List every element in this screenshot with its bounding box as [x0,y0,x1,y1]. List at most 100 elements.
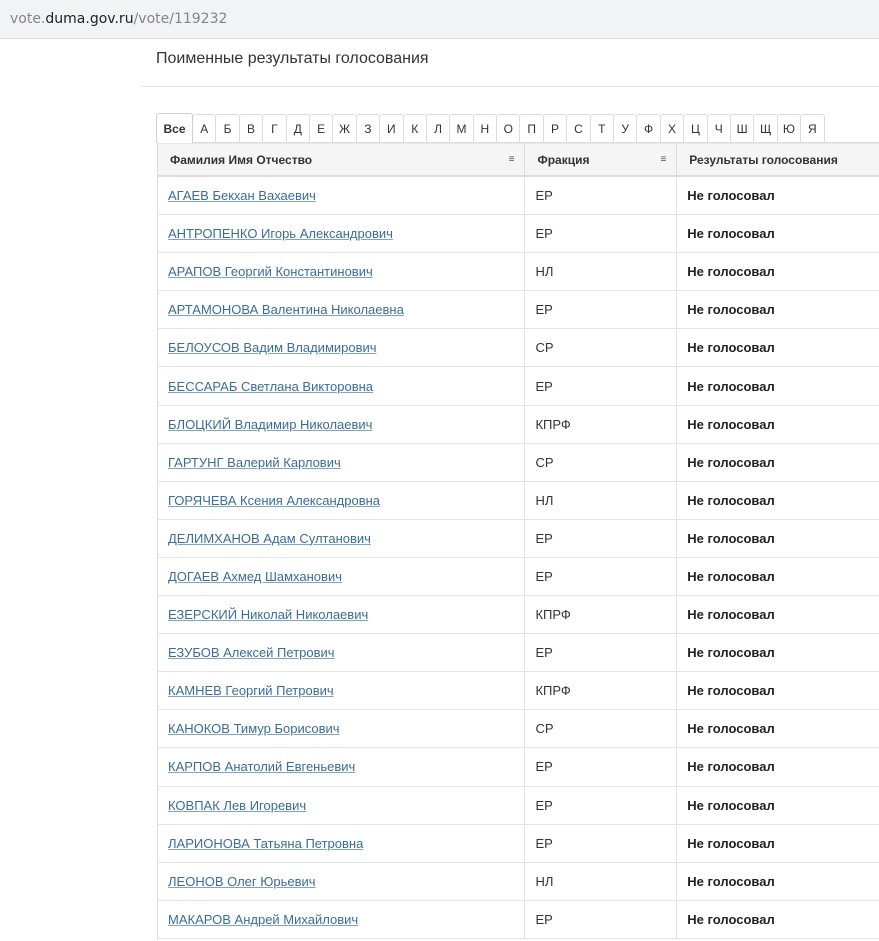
table-row: АРАПОВ Георгий Константинович НЛ Не голосо… [158,253,879,292]
letter-tab[interactable]: Д [285,114,310,142]
letter-tab[interactable]: У [613,114,638,142]
name-cell: МАКАРОВ Андрей Михайлович [158,900,526,938]
faction-cell: ЕР [525,824,678,862]
faction-cell: ЕР [525,557,678,596]
deputy-name-link[interactable]: БЕССАРАБ Светлана Викторовна [168,379,373,394]
letter-tab[interactable]: Щ [753,114,778,142]
letter-tab[interactable]: Ш [729,114,755,142]
column-header-name[interactable]: Фамилия Имя Отчество ≡ [158,144,526,175]
deputy-name-link[interactable]: ГОРЯЧЕВА Ксения Александровна [168,493,380,508]
table-row: ДЕЛИМХАНОВ Адам Султанович ЕР Не голосовал [158,519,879,558]
table-row: АГАЕВ Бекхан Вахаевич ЕР Не голосовал [158,177,879,216]
letter-tab[interactable]: Ц [683,114,708,142]
table-row: ДОГАЕВ Ахмед Шамханович ЕР Не голосовал [158,557,879,597]
letter-tab[interactable]: А [192,114,217,142]
deputy-name-link[interactable]: МАКАРОВ Андрей Михайлович [168,912,358,927]
letter-tab[interactable]: П [519,114,544,142]
table-row: ГАРТУНГ Валерий Карлович СР Не голосовал [158,443,879,482]
deputy-name-link[interactable]: ЕЗЕРСКИЙ Николай Николаевич [168,607,368,622]
column-header-result[interactable]: Результаты голосования [677,144,879,175]
letter-tab[interactable]: Ф [636,114,661,142]
result-cell: Не голосовал [687,911,775,927]
column-menu-icon[interactable]: ≡ [509,155,515,165]
name-cell: КАМНЕВ Георгий Петрович [158,672,526,710]
letter-tab[interactable]: С [566,114,591,142]
letter-tab[interactable]: Х [659,114,685,142]
table-header: Фамилия Имя Отчество ≡ Фракция ≡ Результ… [158,143,879,177]
deputy-name-link[interactable]: КАМНЕВ Георгий Петрович [168,683,334,698]
letter-tab[interactable]: К [402,114,427,142]
name-cell: ГОРЯЧЕВА Ксения Александровна [158,481,526,519]
letter-tab[interactable]: В [238,114,264,142]
table-row: КОВПАК Лев Игоревич ЕР Не голосовал [158,786,879,825]
name-cell: ЕЗЕРСКИЙ Николай Николаевич [158,596,526,634]
deputy-name-link[interactable]: БЛОЦКИЙ Владимир Николаевич [168,417,372,432]
deputy-name-link[interactable]: ДЕЛИМХАНОВ Адам Султанович [168,531,371,546]
letter-tab[interactable]: Ж [332,114,357,142]
letter-tab[interactable]: Т [589,114,615,142]
faction-cell: КПРФ [525,672,678,710]
letter-tab[interactable]: О [496,114,521,142]
result-cell: Не голосовал [687,492,775,508]
letter-tab[interactable]: Л [425,114,451,142]
column-menu-icon[interactable]: ≡ [660,155,666,165]
deputy-name-link[interactable]: КАРПОВ Анатолий Евгеньевич [168,759,355,774]
faction-cell: ЕР [525,748,678,786]
name-cell: ДЕЛИМХАНОВ Адам Султанович [158,519,526,557]
result-cell: Не голосовал [687,378,775,394]
letter-tab[interactable]: Ю [776,114,802,142]
letter-tab[interactable]: З [355,114,381,142]
faction-cell: СР [525,329,678,367]
table-row: АРТАМОНОВА Валентина Николаевна ЕР Не голо… [158,291,879,330]
column-header-faction-label: Фракция [537,152,590,167]
table-row: ЛЕОНОВ Олег Юрьевич НЛ Не голосовал [158,862,879,901]
letter-tab[interactable]: Я [800,114,825,142]
letter-tab[interactable]: М [449,114,474,142]
name-cell: АРАПОВ Георгий Константинович [158,253,526,291]
result-cell: Не голосовал [687,835,775,851]
tab-all[interactable]: Все [156,113,193,143]
table-row: ЕЗЕРСКИЙ Николай Николаевич КПРФ Не голосо… [158,596,879,635]
deputy-name-link[interactable]: АГАЕВ Бекхан Вахаевич [168,188,316,203]
deputy-name-link[interactable]: ЛАРИОНОВА Татьяна Петровна [168,836,363,851]
deputy-name-link[interactable]: КАНОКОВ Тимур Борисович [168,721,340,736]
faction-cell: ЕР [525,900,678,938]
result-cell: Не голосовал [687,302,775,318]
name-cell: ГАРТУНГ Валерий Карлович [158,443,526,481]
address-bar[interactable]: vote. duma.gov.ru/vote/119232 [0,0,879,39]
letter-tab[interactable]: Н [472,114,498,142]
faction-cell: НЛ [525,862,678,900]
result-cell: Не голосовал [687,530,775,546]
deputy-name-link[interactable]: ГАРТУНГ Валерий Карлович [168,455,341,470]
faction-cell: ЕР [525,215,678,253]
faction-cell: НЛ [525,253,678,291]
faction-cell: НЛ [525,481,678,519]
letter-tab[interactable]: И [379,114,404,142]
deputy-name-link[interactable]: АРАПОВ Георгий Константинович [168,264,373,279]
column-header-faction[interactable]: Фракция ≡ [525,144,678,175]
letter-tab[interactable]: Е [308,114,334,142]
deputy-name-link[interactable]: КОВПАК Лев Игоревич [168,798,306,813]
letter-tab[interactable]: Б [215,114,240,142]
result-cell: Не голосовал [687,340,775,356]
name-cell: АНТРОПЕНКО Игорь Александрович [158,215,526,253]
table-row: ГОРЯЧЕВА Ксения Александровна НЛ Не голосо… [158,481,879,520]
faction-cell: ЕР [525,519,678,557]
table-row: МАКАРОВ Андрей Михайлович ЕР Не голосовал [158,900,879,939]
deputy-name-link[interactable]: АРТАМОНОВА Валентина Николаевна [168,302,404,317]
deputy-name-link[interactable]: АНТРОПЕНКО Игорь Александрович [168,226,393,241]
table-row: БЕССАРАБ Светлана Викторовна ЕР Не голосов… [158,367,879,406]
result-cell: Не голосовал [687,264,775,280]
name-cell: АРТАМОНОВА Валентина Николаевна [158,291,526,329]
deputy-name-link[interactable]: ЛЕОНОВ Олег Юрьевич [168,874,316,889]
letter-tab[interactable]: Ч [706,114,731,142]
table-body: АГАЕВ Бекхан Вахаевич ЕР Не голосовал АНТРО… [158,177,879,939]
deputy-name-link[interactable]: ЕЗУБОВ Алексей Петрович [168,645,335,660]
letter-tab[interactable]: Г [262,114,287,142]
result-cell: Не голосовал [687,683,775,699]
deputy-name-link[interactable]: БЕЛОУСОВ Вадим Владимирович [168,340,377,355]
faction-cell: ЕР [525,177,678,215]
deputy-name-link[interactable]: ДОГАЕВ Ахмед Шамханович [168,569,342,584]
faction-cell: ЕР [525,634,678,672]
letter-tab[interactable]: Р [542,114,568,142]
